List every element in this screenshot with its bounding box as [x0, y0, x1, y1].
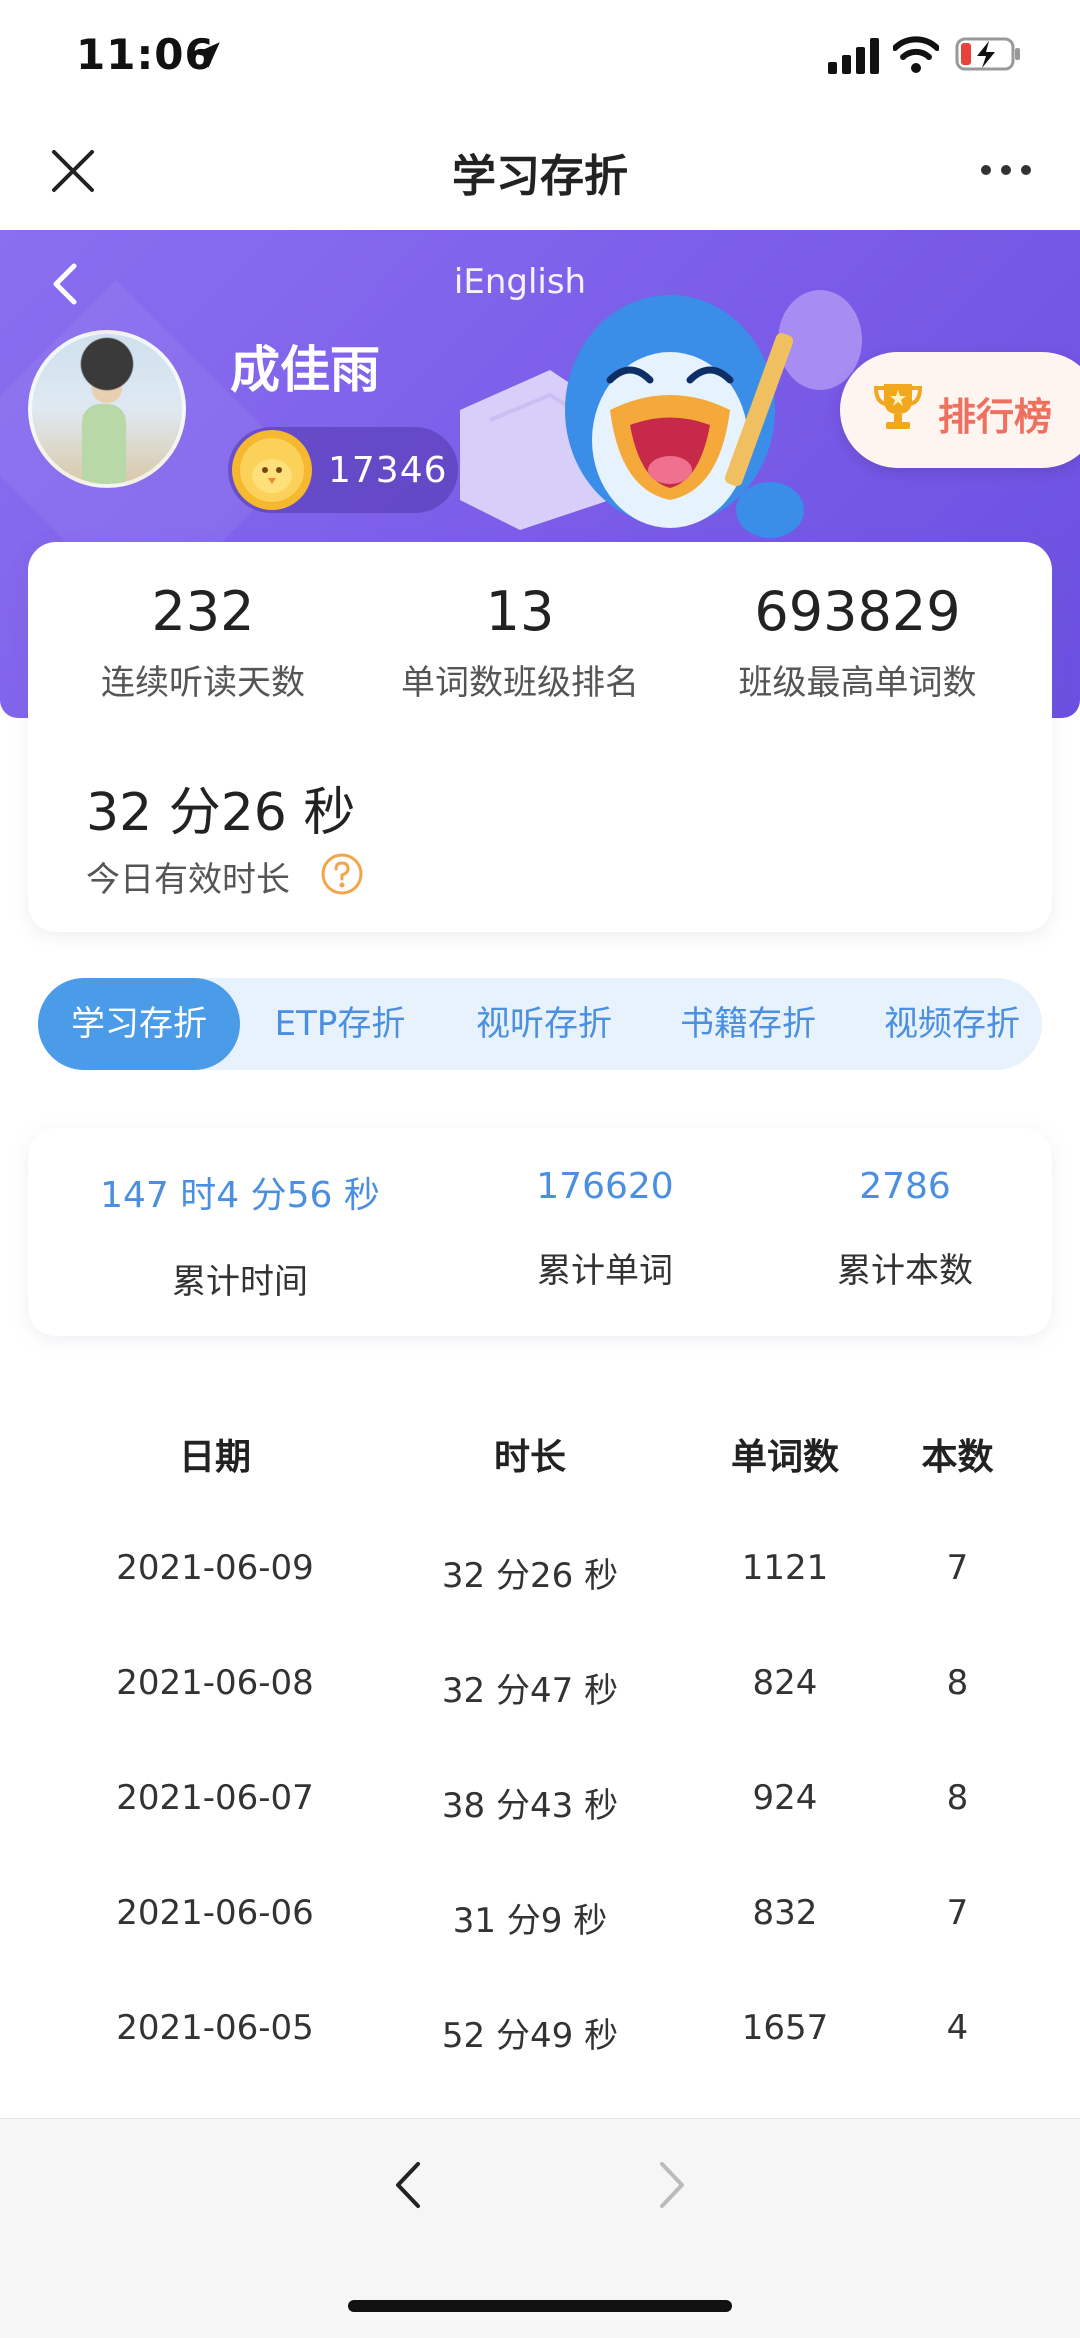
tab-etp-passbook[interactable]: ETP存折 — [252, 978, 428, 1070]
cell-duration: 32 分47 秒 — [441, 1671, 619, 1711]
user-name: 成佳雨 — [230, 341, 380, 399]
trophy-icon — [873, 384, 923, 429]
total-label: 累计时间 — [172, 1262, 308, 1302]
cell-date: 2021-06-05 — [116, 2008, 314, 2048]
stat-label: 单词数班级排名 — [401, 663, 639, 703]
page-title: 学习存折 — [452, 151, 628, 202]
total-label: 累计单词 — [537, 1251, 673, 1291]
cell-date: 2021-06-08 — [116, 1663, 314, 1703]
tab-books-passbook[interactable]: 书籍存折 — [660, 978, 836, 1070]
avatar-figure — [82, 404, 126, 484]
cell-words: 1657 — [741, 2008, 829, 2048]
cell-words: 924 — [752, 1778, 818, 1818]
chevron-right-icon[interactable] — [654, 2158, 690, 2212]
column-header-books: 本数 — [921, 1437, 994, 1478]
tab-audiovisual-passbook[interactable]: 视听存折 — [456, 978, 632, 1070]
help-icon[interactable] — [320, 852, 364, 896]
cell-books: 8 — [946, 1663, 969, 1703]
cellular-signal-icon — [828, 38, 879, 74]
cell-words: 832 — [752, 1893, 818, 1933]
cell-date: 2021-06-06 — [116, 1893, 314, 1933]
wifi-icon — [893, 36, 939, 73]
tab-study-passbook[interactable]: 学习存折 — [38, 978, 240, 1070]
total-words: 176620 累计单词 — [470, 1166, 740, 1292]
stat-streak-days: 232 连续听读天数 — [58, 580, 348, 704]
cell-words: 1121 — [741, 1548, 829, 1588]
chevron-left-icon[interactable] — [390, 2158, 426, 2212]
stat-label: 班级最高单词数 — [738, 663, 977, 703]
cell-duration: 32 分26 秒 — [441, 1556, 619, 1596]
stat-class-rank: 13 单词数班级排名 — [370, 580, 670, 704]
column-header-date: 日期 — [178, 1437, 251, 1478]
total-value: 2786 — [859, 1166, 951, 1207]
stat-value: 13 — [485, 580, 555, 643]
more-options-icon[interactable] — [978, 160, 1034, 180]
coin-chick-icon — [232, 430, 312, 510]
cell-duration: 52 分49 秒 — [441, 2016, 619, 2056]
cell-words: 824 — [752, 1663, 818, 1703]
avatar[interactable] — [28, 330, 186, 488]
penguin-mascot-illustration — [460, 290, 862, 538]
cell-books: 4 — [946, 2008, 969, 2048]
stat-label: 连续听读天数 — [101, 663, 305, 703]
cell-books: 7 — [946, 1893, 969, 1933]
total-books: 2786 累计本数 — [780, 1166, 1030, 1292]
stat-value: 693829 — [754, 580, 961, 643]
total-value: 176620 — [536, 1166, 674, 1207]
cell-date: 2021-06-09 — [116, 1548, 314, 1588]
battery-charging-icon — [955, 37, 1020, 71]
location-arrow-icon — [194, 42, 220, 68]
total-time: 147 时4 分56 秒 累计时间 — [60, 1166, 420, 1303]
stat-value: 232 — [151, 580, 255, 643]
leaderboard-label: 排行榜 — [938, 395, 1053, 439]
cell-duration: 31 分9 秒 — [452, 1901, 608, 1941]
home-indicator — [348, 2300, 732, 2312]
total-value: 147 时4 分56 秒 — [100, 1175, 380, 1216]
today-duration-value: 32 分26 秒 — [86, 783, 356, 843]
cell-books: 7 — [946, 1548, 969, 1588]
column-header-duration: 时长 — [493, 1437, 566, 1478]
column-header-words: 单词数 — [730, 1437, 839, 1478]
cell-books: 8 — [946, 1778, 969, 1818]
tab-video-passbook[interactable]: 视频存折 — [864, 978, 1040, 1070]
today-duration-label: 今日有效时长 — [86, 860, 290, 900]
cell-date: 2021-06-07 — [116, 1778, 314, 1818]
total-label: 累计本数 — [837, 1251, 973, 1291]
stat-class-max-words: 693829 班级最高单词数 — [700, 580, 1015, 704]
coin-count: 17346 — [328, 450, 448, 491]
cell-duration: 38 分43 秒 — [441, 1786, 619, 1826]
